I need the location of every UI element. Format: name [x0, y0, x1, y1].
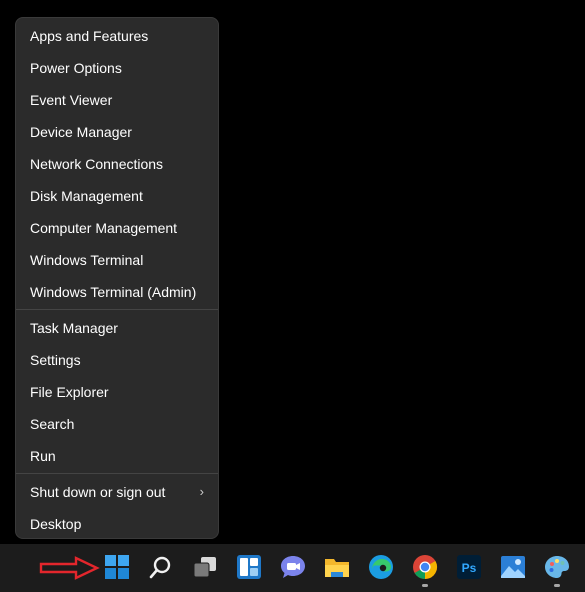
edge-icon[interactable] — [368, 554, 394, 580]
winx-menu: Apps and Features Power Options Event Vi… — [15, 17, 219, 539]
menu-item-windows-terminal[interactable]: Windows Terminal — [16, 244, 218, 276]
photoshop-icon[interactable]: Ps — [456, 554, 482, 580]
search-icon[interactable] — [148, 554, 174, 580]
running-indicator — [554, 584, 560, 587]
menu-item-settings[interactable]: Settings — [16, 344, 218, 376]
photoshop-label: Ps — [462, 561, 477, 575]
paint-icon[interactable] — [544, 554, 570, 580]
menu-separator — [16, 473, 218, 474]
chevron-right-icon: › — [199, 484, 204, 499]
menu-item-file-explorer[interactable]: File Explorer — [16, 376, 218, 408]
menu-item-computer-management[interactable]: Computer Management — [16, 212, 218, 244]
menu-item-search[interactable]: Search — [16, 408, 218, 440]
menu-item-network-connections[interactable]: Network Connections — [16, 148, 218, 180]
task-view-icon[interactable] — [192, 554, 218, 580]
teams-chat-icon[interactable] — [280, 554, 306, 580]
menu-item-windows-terminal-admin[interactable]: Windows Terminal (Admin) — [16, 276, 218, 308]
photos-icon[interactable] — [500, 554, 526, 580]
menu-item-run[interactable]: Run — [16, 440, 218, 472]
menu-item-label: Shut down or sign out — [30, 484, 166, 500]
menu-item-device-manager[interactable]: Device Manager — [16, 116, 218, 148]
menu-item-power-options[interactable]: Power Options — [16, 52, 218, 84]
menu-item-event-viewer[interactable]: Event Viewer — [16, 84, 218, 116]
widgets-icon[interactable] — [236, 554, 262, 580]
annotation-arrow-icon — [39, 556, 100, 580]
menu-separator — [16, 309, 218, 310]
menu-item-disk-management[interactable]: Disk Management — [16, 180, 218, 212]
menu-item-task-manager[interactable]: Task Manager — [16, 312, 218, 344]
start-icon[interactable] — [104, 554, 130, 580]
running-indicator — [422, 584, 428, 587]
menu-item-desktop[interactable]: Desktop — [16, 508, 218, 540]
chrome-icon[interactable] — [412, 554, 438, 580]
menu-item-shut-down-or-sign-out[interactable]: Shut down or sign out › — [16, 476, 218, 508]
file-explorer-icon[interactable] — [324, 554, 350, 580]
menu-item-apps-and-features[interactable]: Apps and Features — [16, 20, 218, 52]
